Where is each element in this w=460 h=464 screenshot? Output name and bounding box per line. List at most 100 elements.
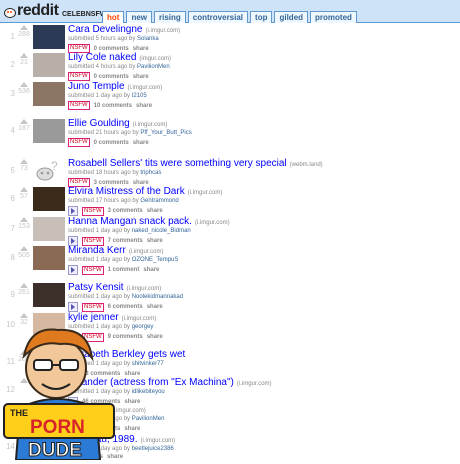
upvote-arrow-icon[interactable]	[20, 25, 28, 30]
expando-play-icon[interactable]	[68, 302, 78, 312]
post-domain[interactable]: (i.imgur.com)	[133, 122, 168, 128]
post-thumbnail[interactable]	[33, 246, 65, 270]
upvote-arrow-icon[interactable]	[20, 217, 28, 222]
post-title-line: Elvira Mistress of the Dark (i.imgur.com)	[68, 186, 458, 197]
post-author[interactable]: PavilionMen	[132, 416, 165, 422]
tab-rising[interactable]: rising	[154, 11, 186, 23]
comments-link[interactable]: 0 comments	[94, 74, 129, 80]
submitted-text: submitted 4 hours ago by	[68, 64, 136, 70]
tab-hot[interactable]: hot	[102, 11, 125, 23]
post-domain[interactable]: (i.imgur.com)	[195, 220, 230, 226]
reddit-logo[interactable]: reddit	[2, 2, 59, 20]
post-thumbnail[interactable]	[33, 119, 65, 143]
post-domain[interactable]: (i.imgur.com)	[122, 316, 157, 322]
nsfw-badge: NSFW	[68, 72, 90, 81]
post-domain[interactable]: (i.imgur.com)	[146, 28, 181, 34]
post-title-link[interactable]: Juno Temple	[68, 81, 125, 92]
post-rank: 3	[10, 89, 15, 98]
share-link[interactable]: share	[133, 46, 149, 52]
tab-promoted[interactable]: promoted	[310, 11, 357, 23]
upvote-arrow-icon[interactable]	[20, 53, 28, 58]
post-domain[interactable]: (webm.land)	[290, 162, 323, 168]
post-domain[interactable]: (i.imgur.com)	[127, 286, 162, 292]
share-link[interactable]: share	[147, 334, 163, 340]
post-author[interactable]: PavilionMen	[137, 64, 170, 70]
post-author[interactable]: Pff_Your_Butt_Pics	[140, 130, 191, 136]
comments-link[interactable]: 7 comments	[108, 238, 143, 244]
share-link[interactable]: share	[147, 238, 163, 244]
submitted-text: submitted 1 day ago by	[68, 257, 131, 263]
upvote-arrow-icon[interactable]	[20, 82, 28, 87]
post-author[interactable]: georgey	[132, 324, 154, 330]
post-row: 1 288 Cara Develingne (i.imgur.com) submitte…	[0, 24, 460, 54]
comments-link[interactable]: 6 comments	[108, 304, 143, 310]
expando-play-icon[interactable]	[68, 265, 78, 275]
nsfw-badge: NSFW	[68, 101, 90, 110]
upvote-arrow-icon[interactable]	[20, 119, 28, 124]
post-author[interactable]: OZONE_TempuS	[132, 257, 179, 263]
expando-play-icon[interactable]	[68, 206, 78, 216]
tab-new[interactable]: new	[126, 11, 152, 23]
post-title-link[interactable]: Miranda Kerr	[68, 245, 126, 256]
post-author[interactable]: beetlejuice2386	[132, 446, 174, 452]
post-title-link[interactable]: Elvira Mistress of the Dark	[68, 186, 185, 197]
share-link[interactable]: share	[124, 426, 140, 432]
tab-controversial[interactable]: controversial	[187, 11, 249, 23]
post-tagline: submitted 1 day ago by naked_nicole_Bidm…	[68, 227, 458, 235]
post-title-link[interactable]: Patsy Kensit	[68, 282, 124, 293]
share-link[interactable]: share	[133, 140, 149, 146]
comments-link[interactable]: 10 comments	[94, 103, 132, 109]
upvote-arrow-icon[interactable]	[20, 159, 28, 164]
post-author[interactable]: Noolekidmannakad	[132, 294, 183, 300]
share-link[interactable]: share	[147, 304, 163, 310]
default-thumbnail-icon[interactable]: ?	[34, 160, 60, 182]
post-author[interactable]: idlikebiteyou	[132, 389, 165, 395]
post-author[interactable]: triphcas	[140, 170, 161, 176]
share-link[interactable]: share	[133, 74, 149, 80]
post-row: 5 73? Rosabell Sellers' tits were somethin…	[0, 158, 460, 188]
post-title-link[interactable]: Ellie Goulding	[68, 118, 130, 129]
post-title-link[interactable]: Lily Cole naked	[68, 52, 136, 63]
post-thumbnail[interactable]	[33, 283, 65, 307]
tab-top[interactable]: top	[250, 11, 273, 23]
post-buttons: NSFW 3 comments share	[68, 206, 458, 216]
post-thumbnail[interactable]	[33, 25, 65, 49]
share-link[interactable]: share	[136, 103, 152, 109]
upvote-arrow-icon[interactable]	[20, 187, 28, 192]
post-thumbnail[interactable]	[33, 217, 65, 241]
subreddit-name[interactable]: CELEBNSFW	[62, 11, 106, 18]
post-domain[interactable]: (i.imgur.com)	[128, 85, 163, 91]
share-link[interactable]: share	[147, 208, 163, 214]
post-thumbnail[interactable]	[33, 187, 65, 211]
post-title-link[interactable]: Rosabell Sellers' tits were something ve…	[68, 158, 287, 169]
tab-gilded[interactable]: gilded	[274, 11, 309, 23]
post-author[interactable]: naked_nicole_Bidman	[132, 228, 191, 234]
post-entry: Rosabell Sellers' tits were something ve…	[68, 158, 458, 187]
post-title-line: kylie jenner (i.imgur.com)	[68, 312, 458, 323]
post-title-link[interactable]: Cara Develingne	[68, 24, 143, 35]
comments-link[interactable]: 3 comments	[108, 208, 143, 214]
share-link[interactable]: share	[143, 267, 159, 273]
post-author[interactable]: Solanka	[137, 36, 159, 42]
post-thumbnail[interactable]	[33, 82, 65, 106]
post-row: 9 261 Patsy Kensit (i.imgur.com) submitted 1…	[0, 282, 460, 312]
share-link[interactable]: share	[133, 180, 149, 186]
post-domain[interactable]: (i.imgur.com)	[129, 249, 164, 255]
post-author[interactable]: I2105	[132, 93, 147, 99]
post-title-link[interactable]: Hanna Mangan snack pack.	[68, 216, 192, 227]
comments-link[interactable]: 0 comments	[94, 140, 129, 146]
post-domain[interactable]: (i.imgur.com)	[188, 190, 223, 196]
post-title-line: Elizabeth Berkley gets wet	[68, 349, 458, 360]
comments-link[interactable]: 1 comment	[108, 267, 140, 273]
upvote-arrow-icon[interactable]	[20, 283, 28, 288]
post-domain[interactable]: (i.imgur.com)	[237, 381, 272, 387]
comments-link[interactable]: 0 comments	[94, 46, 129, 52]
post-score: 73	[20, 165, 28, 172]
post-domain[interactable]: (i.imgur.com)	[141, 438, 176, 444]
post-thumbnail[interactable]	[33, 53, 65, 77]
upvote-arrow-icon[interactable]	[20, 246, 28, 251]
post-author[interactable]: shitvinker77	[132, 361, 164, 367]
comments-link[interactable]: 3 comments	[94, 180, 129, 186]
post-domain[interactable]: (imgur.com)	[139, 56, 171, 62]
post-author[interactable]: Gentrammond	[140, 198, 178, 204]
